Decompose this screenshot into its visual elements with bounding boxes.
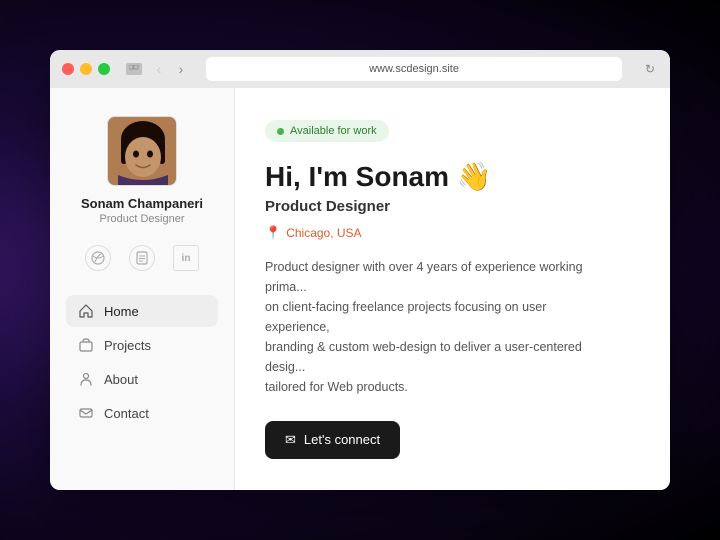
location-text: Chicago, USA — [286, 226, 361, 240]
nav-projects-label: Projects — [104, 338, 151, 353]
home-icon — [78, 303, 94, 319]
avatar — [107, 116, 177, 186]
connect-icon: ✉ — [285, 432, 296, 448]
availability-text: Available for work — [290, 125, 377, 137]
user-title: Product Designer — [100, 213, 185, 225]
social-icons: in — [85, 245, 199, 271]
dribbble-icon[interactable] — [85, 245, 111, 271]
traffic-light-green[interactable] — [98, 63, 110, 75]
location: 📍 Chicago, USA — [265, 225, 640, 241]
hero-subtitle: Product Designer — [265, 198, 640, 215]
about-icon — [78, 371, 94, 387]
back-button[interactable]: ‹ — [150, 60, 168, 78]
reload-button[interactable]: ↻ — [642, 61, 658, 77]
nav-contact-label: Contact — [104, 406, 149, 421]
location-icon: 📍 — [265, 225, 281, 241]
nav-item-about[interactable]: About — [66, 363, 218, 395]
availability-badge: Available for work — [265, 120, 389, 142]
traffic-light-red[interactable] — [62, 63, 74, 75]
address-bar[interactable]: www.scdesign.site — [206, 57, 622, 81]
forward-button[interactable]: › — [172, 60, 190, 78]
nav-about-label: About — [104, 372, 138, 387]
window-controls — [126, 63, 142, 75]
nav-arrows: ‹ › — [150, 60, 190, 78]
sidebar: Sonam Champaneri Product Designer — [50, 88, 235, 490]
avatar-image — [108, 117, 176, 185]
browser-content: Sonam Champaneri Product Designer — [50, 88, 670, 490]
hero-title: Hi, I'm Sonam 👋 — [265, 160, 640, 194]
connect-label: Let's connect — [304, 432, 380, 447]
connect-button[interactable]: ✉ Let's connect — [265, 421, 400, 459]
window-tile-btn[interactable] — [126, 63, 142, 75]
nav-menu: Home Projects — [50, 295, 234, 429]
traffic-lights — [62, 63, 110, 75]
contact-icon — [78, 405, 94, 421]
main-content: Available for work Hi, I'm Sonam 👋 Produ… — [235, 88, 670, 490]
bio-text: Product designer with over 4 years of ex… — [265, 257, 605, 397]
nav-item-contact[interactable]: Contact — [66, 397, 218, 429]
user-name: Sonam Champaneri — [81, 196, 203, 211]
traffic-light-yellow[interactable] — [80, 63, 92, 75]
nav-home-label: Home — [104, 304, 139, 319]
browser-window: ‹ › www.scdesign.site ↻ — [50, 50, 670, 490]
nav-item-projects[interactable]: Projects — [66, 329, 218, 361]
linkedin-icon[interactable]: in — [173, 245, 199, 271]
document-icon[interactable] — [129, 245, 155, 271]
hero-title-text: Hi, I'm Sonam 👋 — [265, 161, 492, 192]
url-text: www.scdesign.site — [369, 63, 459, 75]
availability-dot — [277, 128, 284, 135]
browser-chrome: ‹ › www.scdesign.site ↻ — [50, 50, 670, 88]
projects-icon — [78, 337, 94, 353]
nav-item-home[interactable]: Home — [66, 295, 218, 327]
